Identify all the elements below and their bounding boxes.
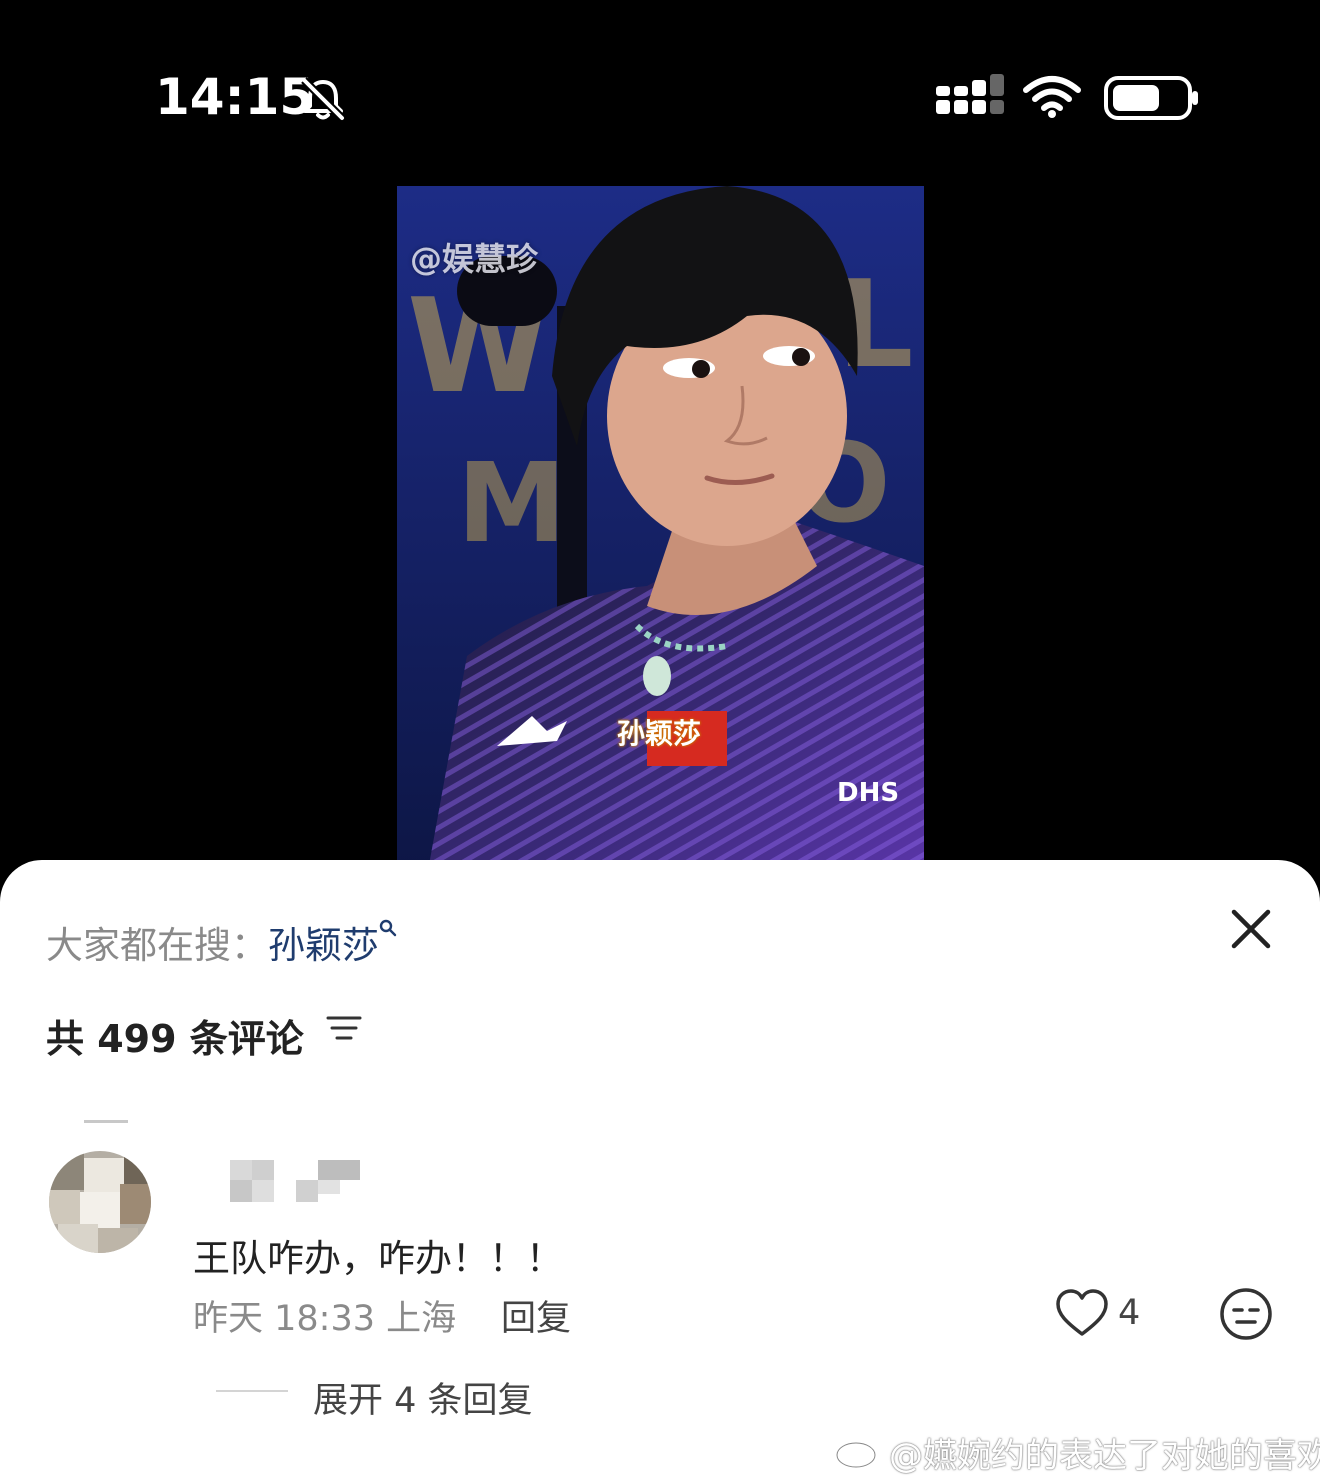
- search-icon: [379, 919, 397, 937]
- status-bar: 14:15: [0, 0, 1320, 190]
- status-time: 14:15: [155, 68, 315, 126]
- comments-panel: 大家都在搜：孙颖莎 共 499 条评论: [0, 860, 1320, 1480]
- comment-count: 共 499 条评论: [46, 1017, 304, 1061]
- wifi-icon: [1023, 76, 1081, 118]
- sort-filter-icon[interactable]: [326, 1010, 362, 1046]
- svg-text:M: M: [457, 439, 566, 567]
- heart-icon[interactable]: [1054, 1288, 1110, 1340]
- jersey-name-label: 孙颖莎: [617, 717, 702, 750]
- hot-search[interactable]: 大家都在搜：孙颖莎: [46, 915, 397, 969]
- expand-replies-button[interactable]: 展开 4 条回复: [313, 1372, 533, 1423]
- video-player[interactable]: W L M O DHS: [397, 186, 924, 876]
- close-icon[interactable]: [1226, 904, 1276, 954]
- comment-text: 王队咋办，咋办！！！: [193, 1237, 563, 1280]
- expand-divider: [216, 1390, 288, 1392]
- like-count: 4: [1118, 1293, 1141, 1333]
- comment-meta: 昨天 18:33 上海: [193, 1299, 457, 1339]
- neutral-face-icon[interactable]: [1218, 1286, 1274, 1342]
- footer-watermark-text: @嬿婉约的表达了对她的喜欢: [889, 1436, 1320, 1476]
- weibo-logo-icon: [835, 1434, 881, 1469]
- hot-search-prefix: 大家都在搜：: [46, 924, 268, 967]
- bell-slash-icon: [301, 77, 345, 121]
- avatar[interactable]: [48, 1120, 152, 1256]
- athlete-photo: W L M O DHS: [397, 186, 924, 876]
- username-blurred[interactable]: [230, 1160, 360, 1202]
- reply-button[interactable]: 回复: [501, 1290, 571, 1341]
- hot-search-keyword[interactable]: 孙颖莎: [268, 924, 379, 967]
- svg-text:DHS: DHS: [837, 778, 899, 808]
- signal-icon: [936, 74, 1004, 114]
- video-watermark: @娱慧珍: [410, 240, 539, 278]
- battery-icon: [1104, 76, 1198, 120]
